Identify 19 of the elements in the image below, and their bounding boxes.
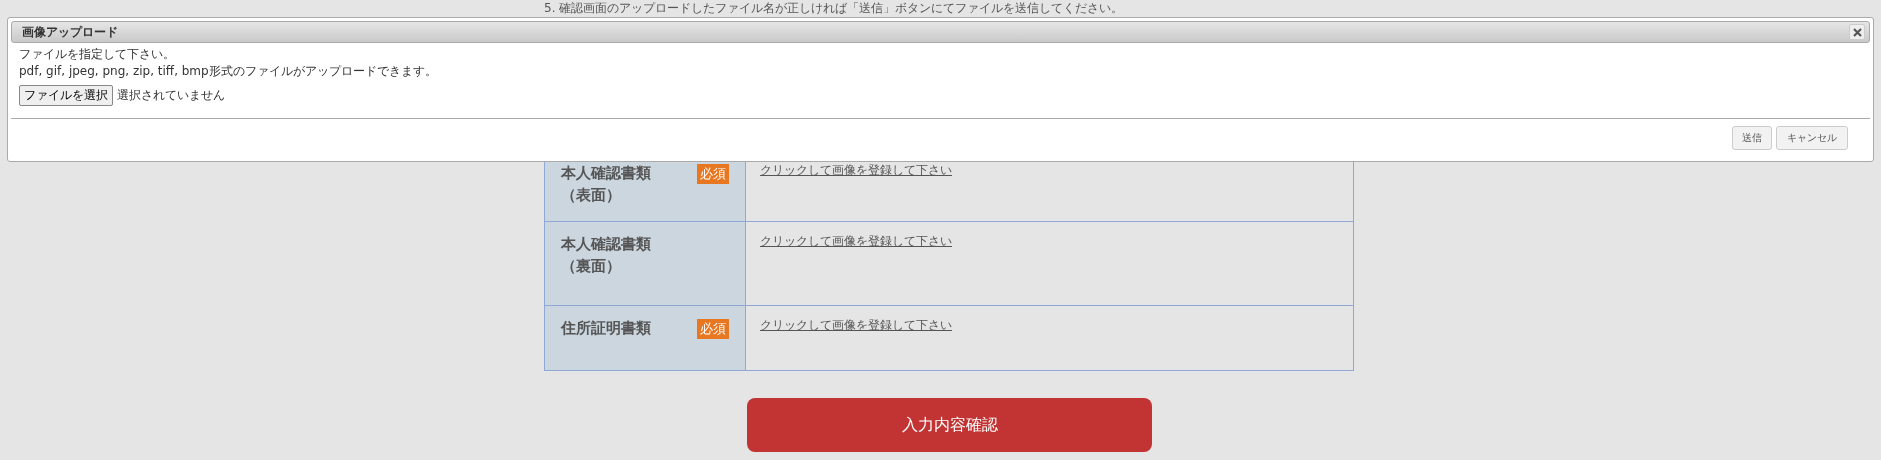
close-button[interactable] <box>1849 24 1865 40</box>
dialog-button[interactable]: キャンセル <box>1776 126 1848 150</box>
register-image-link[interactable]: クリックして画像を登録して下さい <box>760 163 952 177</box>
document-label: 本人確認書類 （表面） <box>561 163 651 206</box>
required-badge: 必須 <box>697 164 729 184</box>
register-image-link[interactable]: クリックして画像を登録して下さい <box>760 234 952 248</box>
document-label: 住所証明書類 <box>561 318 651 339</box>
dialog-button[interactable]: 送信 <box>1732 126 1772 150</box>
close-icon <box>1852 27 1862 37</box>
file-status: 選択されていません <box>117 88 225 103</box>
instruction-text: 5. 確認画面のアップロードしたファイル名が正しければ「送信」ボタンにてファイルを送信してください。 <box>544 1 1124 15</box>
confirm-button[interactable]: 入力内容確認 <box>747 398 1152 452</box>
register-image-link[interactable]: クリックして画像を登録して下さい <box>760 318 952 332</box>
document-label: 本人確認書類 （裏面） <box>561 234 651 277</box>
required-badge: 必須 <box>697 319 729 339</box>
dialog-prompt: ファイルを指定して下さい。 <box>19 46 176 63</box>
formats-note: pdf, gif, jpeg, png, zip, tiff, bmp形式のファイルがアップロードできます。 <box>19 64 438 79</box>
dialog-title: 画像アップロード <box>22 23 118 41</box>
choose-file-button[interactable]: ファイルを選択 <box>19 85 113 106</box>
